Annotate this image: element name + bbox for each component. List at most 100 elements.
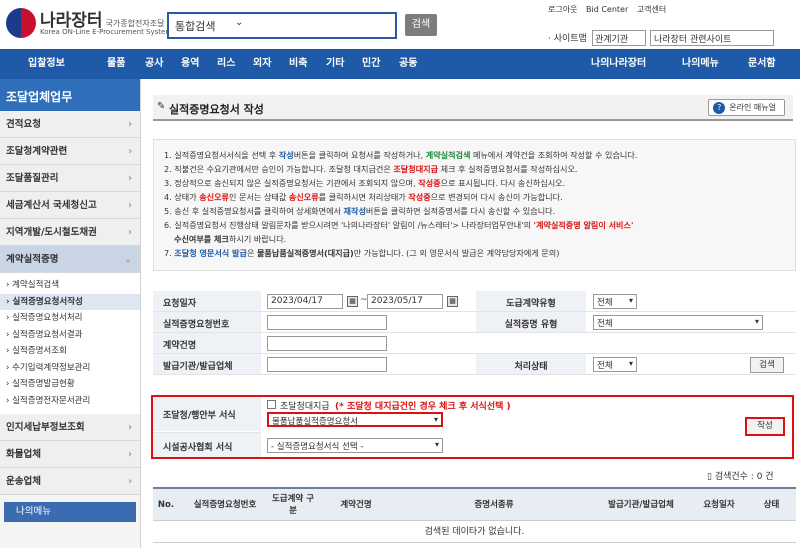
notice-line-7: 7. 조달청 영문서식 발급은 물품납품실적증명서(대지급)만 가능합니다. (…	[164, 248, 560, 258]
calendar-icon[interactable]: ▦	[447, 296, 458, 307]
logo-subtitle: 국가종합전자조달	[105, 19, 165, 28]
nav-my-narajangteo[interactable]: 나의나라장터	[591, 49, 646, 79]
assoc-form-select[interactable]: - 실적증명요청서식 선택 - ▾	[267, 438, 443, 453]
pps-checkbox[interactable]	[267, 400, 276, 409]
col-request-no: 실적증명요청번호	[193, 500, 257, 510]
col-status: 상태	[763, 500, 780, 510]
sidebar-item-quality[interactable]: 조달품질관리 ›	[0, 165, 140, 192]
nav-document-box[interactable]: 문서함	[748, 49, 776, 79]
chevron-right-icon: ›	[128, 146, 132, 157]
nav-stockpile[interactable]: 비축	[289, 49, 307, 79]
form-row-contract-name: 계약건명	[153, 333, 796, 354]
logo-emblem-icon[interactable]	[6, 8, 36, 38]
proof-type-label: 실적증명 유형	[476, 312, 586, 332]
main-content: ✎ 실적증명요청서 작성 ? 온라인 매뉴얼 1. 실적증명요청서서식을 선택 후…	[147, 79, 800, 548]
nav-private[interactable]: 민간	[362, 49, 380, 79]
issuer-input[interactable]	[267, 357, 387, 372]
sidebar-item-contract-proof[interactable]: 계약실적증명 ⌄	[0, 246, 140, 273]
pps-form-select[interactable]: 물품납품실적증명요청서 ▾	[267, 412, 443, 427]
notice-line-2: 2. 직불건은 수요기관에서만 승인이 가능합니다. 조달청 대지급건은 조달청…	[164, 164, 578, 174]
contract-name-input[interactable]	[267, 336, 387, 351]
nav-lease[interactable]: 리스	[217, 49, 235, 79]
date-from-input[interactable]: 2023/04/17	[267, 294, 343, 309]
col-issuer: 발급기관/발급업체	[608, 500, 674, 510]
pps-form-label: 조달청/행안부 서식	[153, 397, 261, 431]
sidebar-sub-manual-entry[interactable]: › 수기입력계약정보관리	[0, 359, 140, 376]
top-nav: 입찰정보 물품 공사 용역 리스 외자 비축 기타 민간 공동 나의나라장터 나…	[0, 49, 800, 79]
col-contract-name: 계약건명	[340, 500, 372, 510]
notice-box: 1. 실적증명요청서서식을 선택 후 작성버튼을 클릭하여 요청서를 작성하거나…	[153, 139, 796, 271]
page-title-bar: ✎ 실적증명요청서 작성 ? 온라인 매뉴얼	[153, 95, 793, 121]
chevron-down-icon: ▾	[434, 440, 439, 449]
chevron-down-icon: ▾	[628, 296, 633, 305]
sidebar-sub-proof-inquiry[interactable]: › 실적증명서조회	[0, 343, 140, 360]
sidebar-sub-request-write[interactable]: › 실적증명요청서작성	[0, 293, 140, 310]
chevron-down-icon: ⌄	[235, 17, 244, 28]
logout-link[interactable]: 로그아웃	[548, 5, 577, 14]
chevron-right-icon: ›	[128, 227, 132, 238]
notice-line-1: 1. 실적증명요청서서식을 선택 후 작성버튼을 클릭하여 요청서를 작성하거나…	[164, 150, 638, 160]
sidebar-sub-request-result[interactable]: › 실적증명요청서결과	[0, 326, 140, 343]
col-cert-type: 증명서종류	[474, 500, 514, 510]
related-site-select[interactable]: 나라장터 관련사이트	[650, 30, 774, 46]
nav-etc[interactable]: 기타	[326, 49, 344, 79]
sidebar: 조달업체업무 견적요청 › 조달청계약관련 › 조달품질관리 › 세금계산서 국세청신…	[0, 79, 141, 548]
search-select[interactable]: 통합검색 ⌄	[167, 12, 397, 39]
notice-line-6: 6. 실적증명요청서 진행상태 알림문자를 받으시려면 '나의나라장터' 알림이…	[164, 220, 634, 230]
sidebar-item-transport[interactable]: 운송업체 ›	[0, 468, 140, 495]
chevron-right-icon: ›	[128, 449, 132, 460]
customer-center-link[interactable]: 고객센터	[637, 5, 666, 14]
contract-type-select[interactable]: 전체 ▾	[593, 294, 637, 309]
nav-joint[interactable]: 공동	[399, 49, 417, 79]
question-icon: ?	[713, 102, 726, 114]
sidebar-item-stamp-tax[interactable]: 인지세납부정보조회 ›	[0, 414, 140, 441]
nav-bid-info[interactable]: 입찰정보	[28, 49, 65, 79]
online-manual-button[interactable]: ? 온라인 매뉴얼	[708, 99, 785, 116]
notice-line-5: 5. 송신 후 실적증명요청서를 클릭하여 상세화면에서 재작성버튼을 클릭하면…	[164, 206, 556, 216]
sitemap-link[interactable]: · 사이트맵	[548, 31, 587, 44]
col-request-date: 요청일자	[703, 500, 735, 510]
sidebar-item-contract[interactable]: 조달청계약관련 ›	[0, 138, 140, 165]
form-row-request-no: 실적증명요청번호 실적증명 유형 전체 ▾	[153, 312, 796, 333]
contract-name-label: 계약건명	[153, 333, 261, 353]
sidebar-item-bonds[interactable]: 지역개발/도시철도채권 ›	[0, 219, 140, 246]
chevron-down-icon: ▾	[754, 317, 759, 326]
bid-center-link[interactable]: Bid Center	[586, 5, 628, 14]
col-no: No.	[157, 500, 175, 510]
request-no-input[interactable]	[267, 315, 387, 330]
notice-line-4: 4. 상태가 송신오류인 문서는 상태값 송신오류를 클릭하시면 처리상태가 작…	[164, 192, 563, 202]
sidebar-item-cargo[interactable]: 화물업체 ›	[0, 441, 140, 468]
notice-line-3: 3. 정상적으로 송신되지 않은 실적증명요청서는 기관에서 조회되지 않으며,…	[164, 178, 566, 188]
search-button[interactable]: 검색	[405, 14, 437, 36]
agency-select[interactable]: 관계기관	[592, 30, 646, 46]
notice-line-6b: 수신여부를 체크하시기 바랍니다.	[174, 234, 287, 244]
chevron-down-icon: ▾	[433, 415, 438, 424]
form-search-button[interactable]: 검색	[750, 357, 784, 373]
form-row-date: 요청일자 2023/04/17 ▦ ~ 2023/05/17 ▦ 도급계약유형 …	[153, 291, 796, 312]
sidebar-sub-issue-status[interactable]: › 실적증명발급현황	[0, 376, 140, 393]
sidebar-sub-contract-search[interactable]: › 계약실적검색	[0, 277, 140, 294]
nav-goods[interactable]: 물품	[107, 49, 125, 79]
sidebar-sub-edoc[interactable]: › 실적증명전자문서관리	[0, 392, 140, 409]
my-menu-box[interactable]: 나의메뉴	[4, 502, 136, 522]
nav-my-menu[interactable]: 나의메뉴	[682, 49, 719, 79]
nav-foreign[interactable]: 외자	[253, 49, 271, 79]
proof-type-select[interactable]: 전체 ▾	[593, 315, 763, 330]
sidebar-sub-request-process[interactable]: › 실적증명요청서처리	[0, 310, 140, 327]
chevron-right-icon: ›	[128, 173, 132, 184]
form-select-highlight: 조달청/행안부 서식 조달청대지급 (* 조달청 대지급건인 경우 체크 후 서…	[151, 395, 794, 459]
form-row-issuer: 발급기관/발급업체 처리상태 전체 ▾ 검색	[153, 354, 796, 375]
nav-service[interactable]: 용역	[181, 49, 199, 79]
chevron-right-icon: ›	[128, 476, 132, 487]
date-to-input[interactable]: 2023/05/17	[367, 294, 443, 309]
document-icon: ▯	[707, 472, 712, 482]
contract-type-label: 도급계약유형	[476, 291, 586, 311]
chevron-down-icon: ▾	[628, 359, 633, 368]
sidebar-item-quote[interactable]: 견적요청 ›	[0, 111, 140, 138]
status-select[interactable]: 전체 ▾	[593, 357, 637, 372]
pps-checkbox-label[interactable]: 조달청대지급	[280, 399, 330, 412]
calendar-icon[interactable]: ▦	[347, 296, 358, 307]
nav-construction[interactable]: 공사	[145, 49, 163, 79]
sidebar-item-tax[interactable]: 세금계산서 국세청신고 ›	[0, 192, 140, 219]
write-button[interactable]: 작성	[745, 417, 785, 436]
